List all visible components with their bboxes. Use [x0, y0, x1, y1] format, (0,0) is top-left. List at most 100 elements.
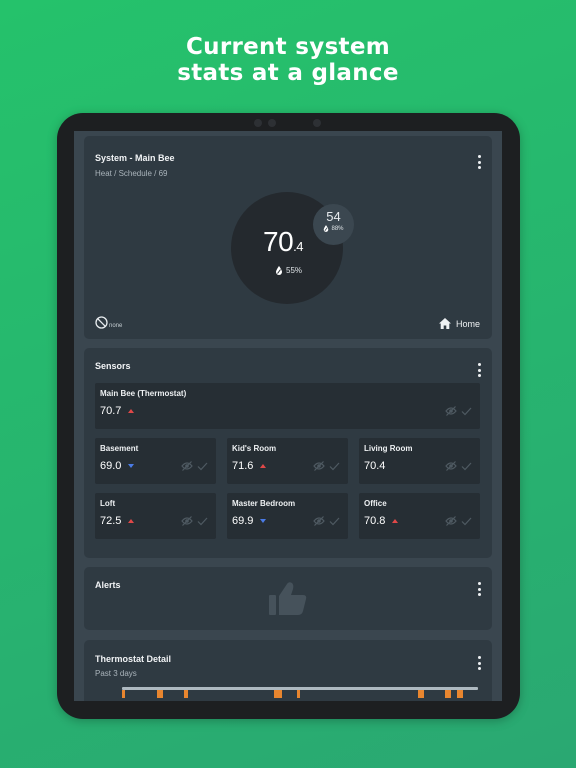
sensor-temperature: 70.7 [100, 405, 122, 417]
check-icon[interactable] [197, 517, 208, 526]
sensor-tile[interactable]: Master Bedroom 69.9 [227, 493, 348, 539]
humidity-drop-icon [276, 266, 282, 275]
sensors-card-title: Sensors [95, 361, 131, 371]
current-temp-value: 70 [263, 226, 294, 257]
arrow-up-icon [260, 464, 267, 468]
sensor-name: Basement [100, 444, 139, 453]
sensor-dot [268, 119, 276, 127]
headline-line-2: stats at a glance [177, 60, 399, 86]
sensor-value: 70.8 [364, 515, 399, 527]
thermostat-detail-subtitle: Past 3 days [95, 669, 137, 678]
check-icon[interactable] [461, 517, 472, 526]
system-card-title: System - Main Bee [95, 153, 175, 163]
setpoint-humidity: 88% [313, 225, 354, 232]
system-mode-subtitle: Heat / Schedule / 69 [95, 169, 168, 178]
runtime-mark [274, 690, 282, 698]
eye-off-icon[interactable] [313, 461, 325, 471]
check-icon[interactable] [461, 407, 472, 416]
thermostat-detail-card: Thermostat Detail Past 3 days [84, 640, 492, 701]
sensor-value: 72.5 [100, 515, 135, 527]
current-temp-decimal: .4 [293, 239, 303, 254]
kebab-menu-icon[interactable] [476, 155, 482, 169]
sensor-temperature: 69.9 [232, 515, 254, 527]
eye-off-icon[interactable] [313, 516, 325, 526]
thermostat-detail-title: Thermostat Detail [95, 654, 172, 664]
sensor-temperature: 69.0 [100, 460, 122, 472]
sensor-name: Office [364, 499, 387, 508]
sensor-actions [445, 461, 472, 471]
check-icon[interactable] [461, 462, 472, 471]
arrow-up-icon [128, 519, 135, 523]
camera-dot [313, 119, 321, 127]
runtime-mark [122, 690, 125, 698]
sensor-tile[interactable]: Office 70.8 [359, 493, 480, 539]
current-temperature: 70.4 [263, 226, 303, 258]
sensor-actions [181, 461, 208, 471]
system-card: System - Main Bee Heat / Schedule / 69 7… [84, 136, 492, 339]
home-icon [438, 318, 451, 329]
sensor-temperature: 70.8 [364, 515, 386, 527]
runtime-mark [457, 690, 463, 698]
sensor-value: 71.6 [232, 460, 267, 472]
eye-off-icon[interactable] [445, 516, 457, 526]
sensor-value: 70.4 [364, 460, 385, 472]
arrow-down-icon [128, 464, 135, 468]
sensor-temperature: 72.5 [100, 515, 122, 527]
sensor-tile[interactable]: Kid's Room 71.6 [227, 438, 348, 484]
comfort-setting-label: Home [455, 318, 480, 329]
kebab-menu-icon[interactable] [476, 656, 482, 670]
sensor-actions [445, 406, 472, 416]
headline: Current system stats at a glance [0, 34, 576, 86]
runtime-mark [297, 690, 300, 698]
check-icon[interactable] [329, 462, 340, 471]
sensor-actions [181, 516, 208, 526]
eye-off-icon[interactable] [181, 461, 193, 471]
runtime-mark [445, 690, 451, 698]
thumbs-up-icon [269, 582, 307, 615]
sensor-value: 70.7 [100, 405, 135, 417]
eye-off-icon[interactable] [445, 406, 457, 416]
kebab-menu-icon[interactable] [476, 363, 482, 377]
sensor-dot [254, 119, 262, 127]
fan-mode-label: none [109, 323, 123, 329]
sensor-tile-main[interactable]: Main Bee (Thermostat) 70.7 [95, 383, 480, 429]
fan-mode-button[interactable]: none [95, 316, 122, 329]
sensor-name: Living Room [364, 444, 413, 453]
sensor-temperature: 71.6 [232, 460, 254, 472]
current-humidity: 55% [275, 266, 302, 275]
humidity-drop-icon [324, 225, 329, 232]
sensor-temperature: 70.4 [364, 460, 386, 472]
runtime-timeline-bar [122, 687, 478, 690]
headline-line-1: Current system [185, 34, 391, 60]
setpoint-humidity-value: 88% [331, 225, 344, 232]
sensors-card: Sensors Main Bee (Thermostat) 70.7 Basem… [84, 348, 492, 558]
current-humidity-value: 55% [286, 266, 303, 275]
alerts-card: Alerts [84, 567, 492, 630]
sensor-tile[interactable]: Loft 72.5 [95, 493, 216, 539]
alerts-card-title: Alerts [95, 580, 121, 590]
sensor-actions [445, 516, 472, 526]
eye-off-icon[interactable] [445, 461, 457, 471]
sensor-value: 69.9 [232, 515, 267, 527]
runtime-mark [184, 690, 188, 698]
sensor-name: Main Bee (Thermostat) [100, 389, 187, 398]
sensor-actions [313, 461, 340, 471]
sensor-name: Kid's Room [232, 444, 277, 453]
setpoint-bubble[interactable]: 54 88% [313, 204, 354, 245]
runtime-mark [157, 690, 163, 698]
sensor-tile[interactable]: Living Room 70.4 [359, 438, 480, 484]
comfort-setting-button[interactable]: Home [438, 318, 480, 329]
sensor-name: Loft [100, 499, 116, 508]
fan-off-icon [95, 316, 108, 329]
check-icon[interactable] [197, 462, 208, 471]
app-screen: System - Main Bee Heat / Schedule / 69 7… [74, 131, 502, 701]
kebab-menu-icon[interactable] [476, 582, 482, 596]
sensor-tile[interactable]: Basement 69.0 [95, 438, 216, 484]
arrow-up-icon [128, 409, 135, 413]
eye-off-icon[interactable] [181, 516, 193, 526]
sensor-actions [313, 516, 340, 526]
arrow-down-icon [260, 519, 267, 523]
runtime-mark [418, 690, 424, 698]
arrow-up-icon [392, 519, 399, 523]
check-icon[interactable] [329, 517, 340, 526]
